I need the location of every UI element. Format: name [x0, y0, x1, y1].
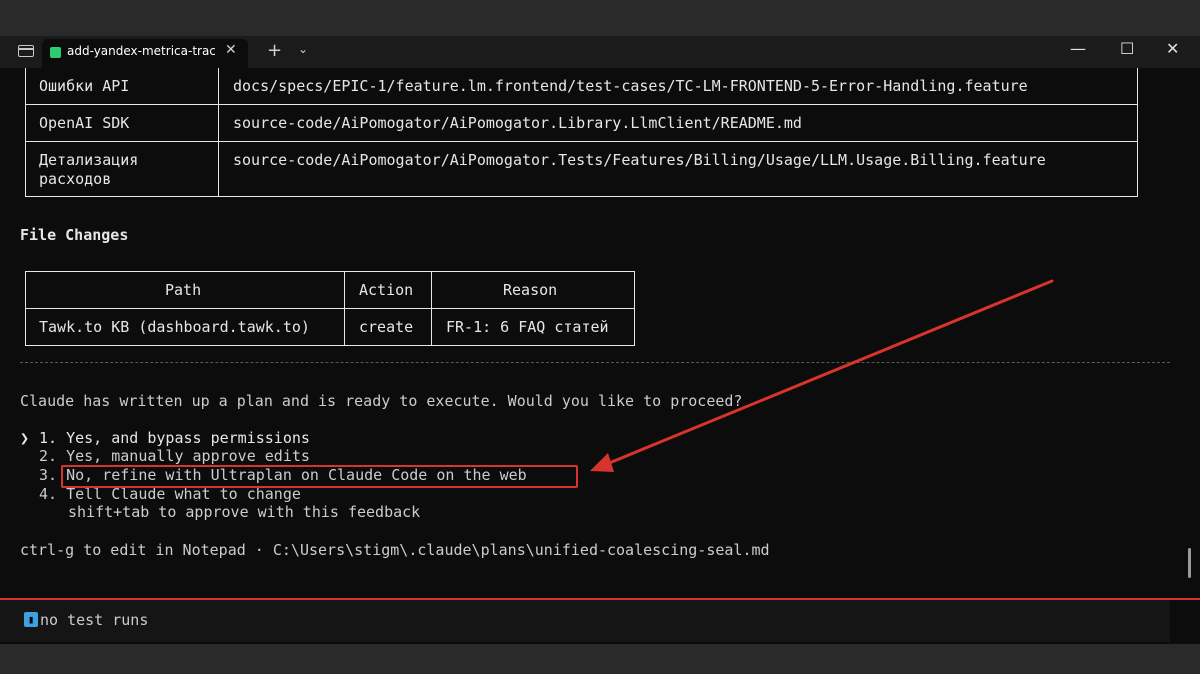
status-text: no test runs: [40, 611, 149, 629]
outer-frame-bottom: [0, 644, 1200, 674]
status-bar: [0, 600, 1170, 642]
status-badge: ▮: [24, 612, 38, 627]
annotation-arrow: [590, 279, 1054, 472]
scrollbar[interactable]: [1188, 548, 1191, 578]
edit-hint: ctrl-g to edit in Notepad · C:\Users\sti…: [20, 541, 770, 559]
